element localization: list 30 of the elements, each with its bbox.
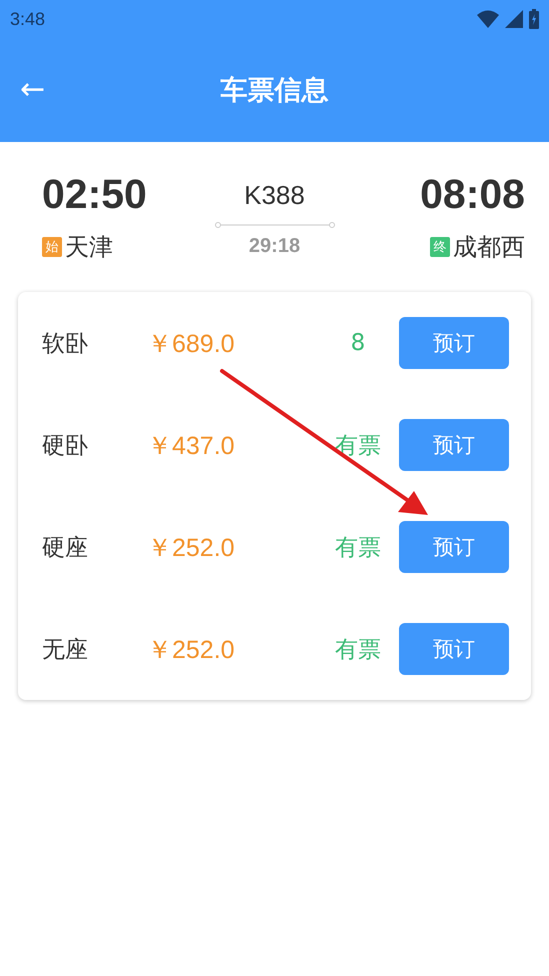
seat-availability: 8 bbox=[350, 330, 366, 356]
book-button[interactable]: 预订 bbox=[399, 317, 509, 369]
seat-price: ￥437.0 bbox=[147, 430, 236, 462]
departure-time: 02:50 bbox=[42, 172, 147, 218]
book-button[interactable]: 预订 bbox=[399, 521, 509, 573]
page-title: 车票信息 bbox=[220, 74, 328, 108]
arrival-station: 成都西 bbox=[453, 232, 525, 264]
back-button[interactable]: ← bbox=[16, 75, 50, 105]
book-button[interactable]: 预订 bbox=[399, 419, 509, 471]
wifi-icon bbox=[477, 10, 499, 28]
seat-price: ￥689.0 bbox=[147, 328, 236, 360]
start-tag: 始 bbox=[42, 237, 62, 258]
seat-price: ￥252.0 bbox=[147, 634, 236, 666]
seat-type: 无座 bbox=[42, 636, 89, 664]
trip-duration: 29:18 bbox=[248, 235, 300, 258]
status-time: 3:48 bbox=[10, 8, 46, 30]
book-button[interactable]: 预订 bbox=[399, 623, 509, 675]
seat-type: 硬卧 bbox=[42, 432, 89, 460]
seat-type: 软卧 bbox=[42, 330, 89, 358]
train-number: K388 bbox=[244, 180, 305, 211]
seat-availability: 有票 bbox=[334, 432, 382, 460]
seat-type: 硬座 bbox=[42, 534, 89, 562]
arrival-time: 08:08 bbox=[420, 172, 525, 218]
departure-station: 天津 bbox=[65, 232, 113, 264]
seat-availability: 有票 bbox=[334, 534, 382, 562]
battery-icon bbox=[529, 9, 539, 29]
end-tag: 终 bbox=[430, 237, 450, 258]
seat-price: ￥252.0 bbox=[147, 532, 236, 564]
signal-icon bbox=[505, 10, 523, 28]
seat-availability: 有票 bbox=[334, 636, 382, 664]
